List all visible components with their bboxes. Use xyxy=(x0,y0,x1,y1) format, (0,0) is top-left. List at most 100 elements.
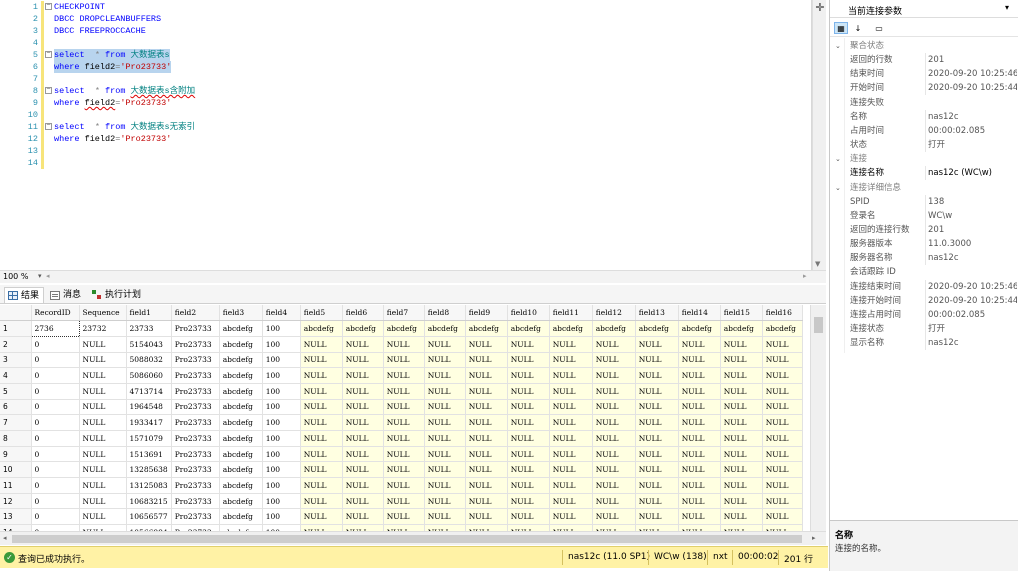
grid-cell[interactable]: abcdefg xyxy=(762,320,803,337)
code-line[interactable]: 4 xyxy=(0,37,800,49)
grid-cell[interactable]: NULL xyxy=(342,399,384,416)
grid-cell[interactable]: 23732 xyxy=(79,320,127,337)
grid-cell[interactable]: NULL xyxy=(342,508,384,526)
column-header[interactable]: field15 xyxy=(720,305,763,322)
grid-cell[interactable]: NULL xyxy=(592,493,636,510)
grid-cell[interactable]: NULL xyxy=(592,414,636,431)
column-header[interactable]: RecordID xyxy=(31,305,80,322)
column-header[interactable]: field3 xyxy=(219,305,263,322)
column-header[interactable]: field2 xyxy=(171,305,220,322)
grid-cell[interactable]: NULL xyxy=(549,399,593,416)
column-header[interactable]: field8 xyxy=(424,305,466,322)
grid-cell[interactable]: NULL xyxy=(635,367,679,384)
property-row[interactable]: 连接状态 打开 xyxy=(830,322,1018,336)
grid-cell[interactable]: NULL xyxy=(342,383,384,400)
table-row[interactable]: 8 0 NULL 1571079 Pro23733 abcdefg 100 NULL NULL N… xyxy=(0,430,803,447)
code-line[interactable]: 9 where field2='Pro23733' xyxy=(0,97,800,109)
grid-cell[interactable]: NULL xyxy=(635,508,679,526)
grid-cell[interactable]: abcdefg xyxy=(549,320,593,337)
grid-cell[interactable]: abcdefg xyxy=(219,430,263,447)
property-row[interactable]: 名称 nas12c xyxy=(830,109,1018,124)
row-number[interactable]: 7 xyxy=(0,414,32,431)
row-number[interactable]: 11 xyxy=(0,477,32,494)
grid-cell[interactable]: 100 xyxy=(262,508,301,526)
chevron-down-icon[interactable]: ▾ xyxy=(1005,3,1009,12)
grid-cell[interactable]: abcdefg xyxy=(465,320,508,337)
property-pages-icon[interactable]: ▭ xyxy=(872,22,886,34)
grid-cell[interactable]: NULL xyxy=(635,352,679,369)
grid-cell[interactable]: NULL xyxy=(300,336,343,353)
grid-cell[interactable]: NULL xyxy=(635,461,679,479)
grid-cell[interactable]: NULL xyxy=(635,446,679,463)
code-line[interactable]: 7 xyxy=(0,73,800,85)
grid-cell[interactable]: NULL xyxy=(342,461,384,479)
grid-cell[interactable]: 100 xyxy=(262,399,301,416)
scroll-right-icon[interactable]: ▸ xyxy=(803,272,807,280)
property-row[interactable]: 登录名 WC\w xyxy=(830,208,1018,223)
table-row[interactable]: 6 0 NULL 1964548 Pro23733 abcdefg 100 NULL NULL N… xyxy=(0,399,803,416)
grid-cell[interactable]: abcdefg xyxy=(592,320,636,337)
grid-cell[interactable]: NULL xyxy=(79,508,127,526)
grid-cell[interactable]: NULL xyxy=(383,446,425,463)
grid-cell[interactable]: NULL xyxy=(300,352,343,369)
grid-cell[interactable]: abcdefg xyxy=(720,320,763,337)
property-row[interactable]: 连接结束时间 2020-09-20 10:25:46 xyxy=(830,279,1018,294)
grid-cell[interactable]: NULL xyxy=(592,446,636,463)
grid-cell[interactable]: NULL xyxy=(79,461,127,479)
grid-cell[interactable]: NULL xyxy=(592,399,636,416)
grid-cell[interactable]: NULL xyxy=(424,383,466,400)
code-line[interactable]: 5− select * from 大数据表s xyxy=(0,49,800,61)
property-row[interactable]: 结束时间 2020-09-20 10:25:46 xyxy=(830,67,1018,82)
grid-cell[interactable]: 0 xyxy=(31,493,80,510)
grid-cell[interactable]: NULL xyxy=(720,414,763,431)
grid-cell[interactable]: NULL xyxy=(424,414,466,431)
property-row[interactable]: 显示名称 nas12c xyxy=(830,336,1018,351)
collapse-icon[interactable]: ⌄ xyxy=(835,39,841,53)
grid-corner[interactable] xyxy=(0,305,32,322)
grid-cell[interactable]: NULL xyxy=(507,477,550,494)
grid-cell[interactable]: abcdefg xyxy=(219,367,263,384)
property-row[interactable]: 服务器版本 11.0.3000 xyxy=(830,237,1018,252)
row-number[interactable]: 5 xyxy=(0,383,32,400)
grid-cell[interactable]: NULL xyxy=(424,399,466,416)
split-window-icon[interactable]: ✛ xyxy=(814,2,826,14)
grid-cell[interactable]: abcdefg xyxy=(424,320,466,337)
grid-cell[interactable]: NULL xyxy=(383,414,425,431)
table-row[interactable]: 1 2736 23732 23733 Pro23733 abcdefg 100 abcdefg… xyxy=(0,320,803,337)
grid-cell[interactable]: 1513691 xyxy=(126,446,172,463)
grid-cell[interactable]: NULL xyxy=(383,477,425,494)
row-number[interactable]: 13 xyxy=(0,508,32,526)
grid-cell[interactable]: abcdefg xyxy=(219,477,263,494)
grid-cell[interactable]: NULL xyxy=(678,477,721,494)
grid-cell[interactable]: NULL xyxy=(465,461,508,479)
alphabetical-sort-icon[interactable]: ↓ xyxy=(851,22,865,34)
grid-cell[interactable]: NULL xyxy=(678,508,721,526)
grid-cell[interactable]: 0 xyxy=(31,336,80,353)
grid-cell[interactable]: 100 xyxy=(262,477,301,494)
properties-object-selector[interactable]: 当前连接参数 ▾ xyxy=(830,0,1018,18)
grid-cell[interactable]: NULL xyxy=(592,352,636,369)
property-row[interactable]: 占用时间 00:00:02.085 xyxy=(830,123,1018,138)
grid-cell[interactable]: Pro23733 xyxy=(171,430,220,447)
grid-cell[interactable]: NULL xyxy=(762,493,803,510)
grid-cell[interactable]: abcdefg xyxy=(678,320,721,337)
grid-cell[interactable]: abcdefg xyxy=(300,320,343,337)
grid-cell[interactable]: NULL xyxy=(678,352,721,369)
grid-cell[interactable]: NULL xyxy=(383,383,425,400)
scroll-right-icon[interactable]: ▸ xyxy=(812,534,816,542)
grid-cell[interactable]: 2736 xyxy=(30,320,80,337)
grid-cell[interactable]: NULL xyxy=(720,508,763,526)
grid-cell[interactable]: NULL xyxy=(720,399,763,416)
grid-cell[interactable]: 100 xyxy=(262,320,301,337)
grid-cell[interactable]: 100 xyxy=(262,383,301,400)
grid-cell[interactable]: NULL xyxy=(549,461,593,479)
grid-cell[interactable]: NULL xyxy=(635,477,679,494)
grid-cell[interactable]: NULL xyxy=(383,493,425,510)
grid-cell[interactable]: NULL xyxy=(762,430,803,447)
property-category[interactable]: ⌄ 连接详细信息 xyxy=(830,181,1018,195)
grid-cell[interactable]: 4713714 xyxy=(126,383,172,400)
grid-cell[interactable]: NULL xyxy=(720,430,763,447)
scroll-left-icon[interactable]: ◂ xyxy=(46,272,50,280)
grid-cell[interactable]: NULL xyxy=(549,477,593,494)
row-number[interactable]: 9 xyxy=(0,446,32,463)
